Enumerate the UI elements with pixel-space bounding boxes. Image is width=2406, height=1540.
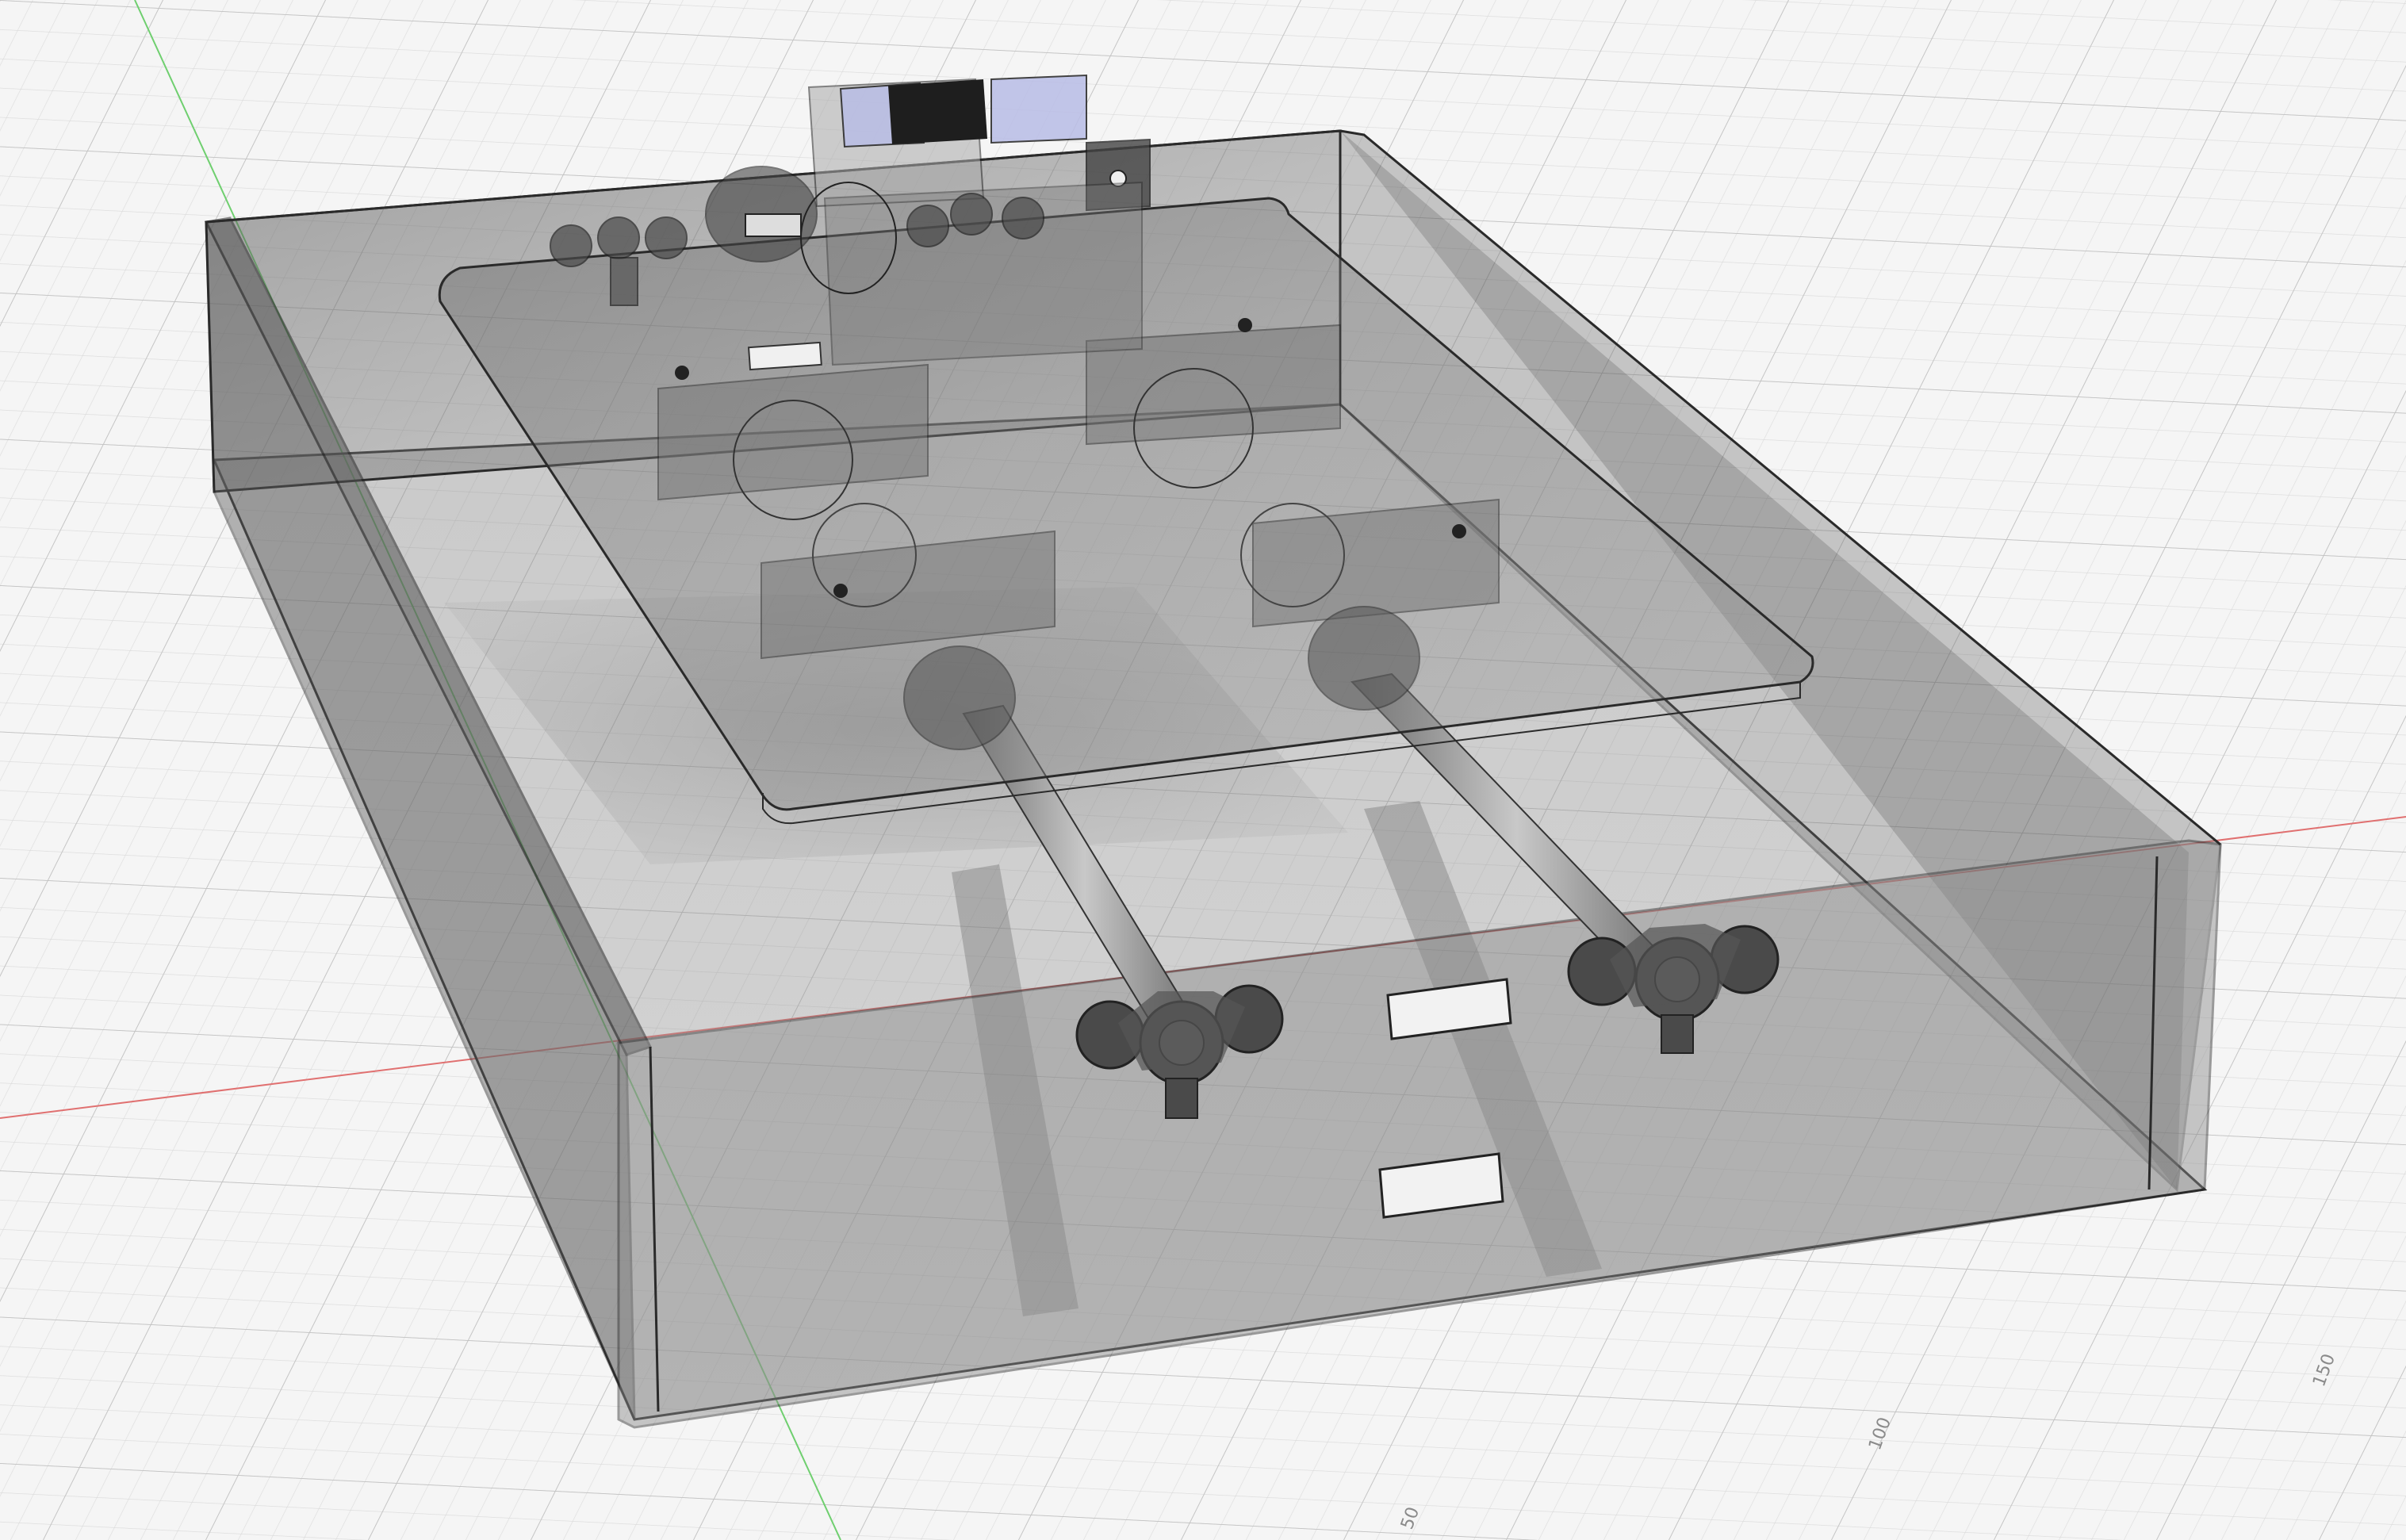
3d-viewport[interactable]: 50 100 150 bbox=[0, 0, 2406, 1540]
model-canvas[interactable]: 50 100 150 bbox=[0, 0, 2406, 1540]
